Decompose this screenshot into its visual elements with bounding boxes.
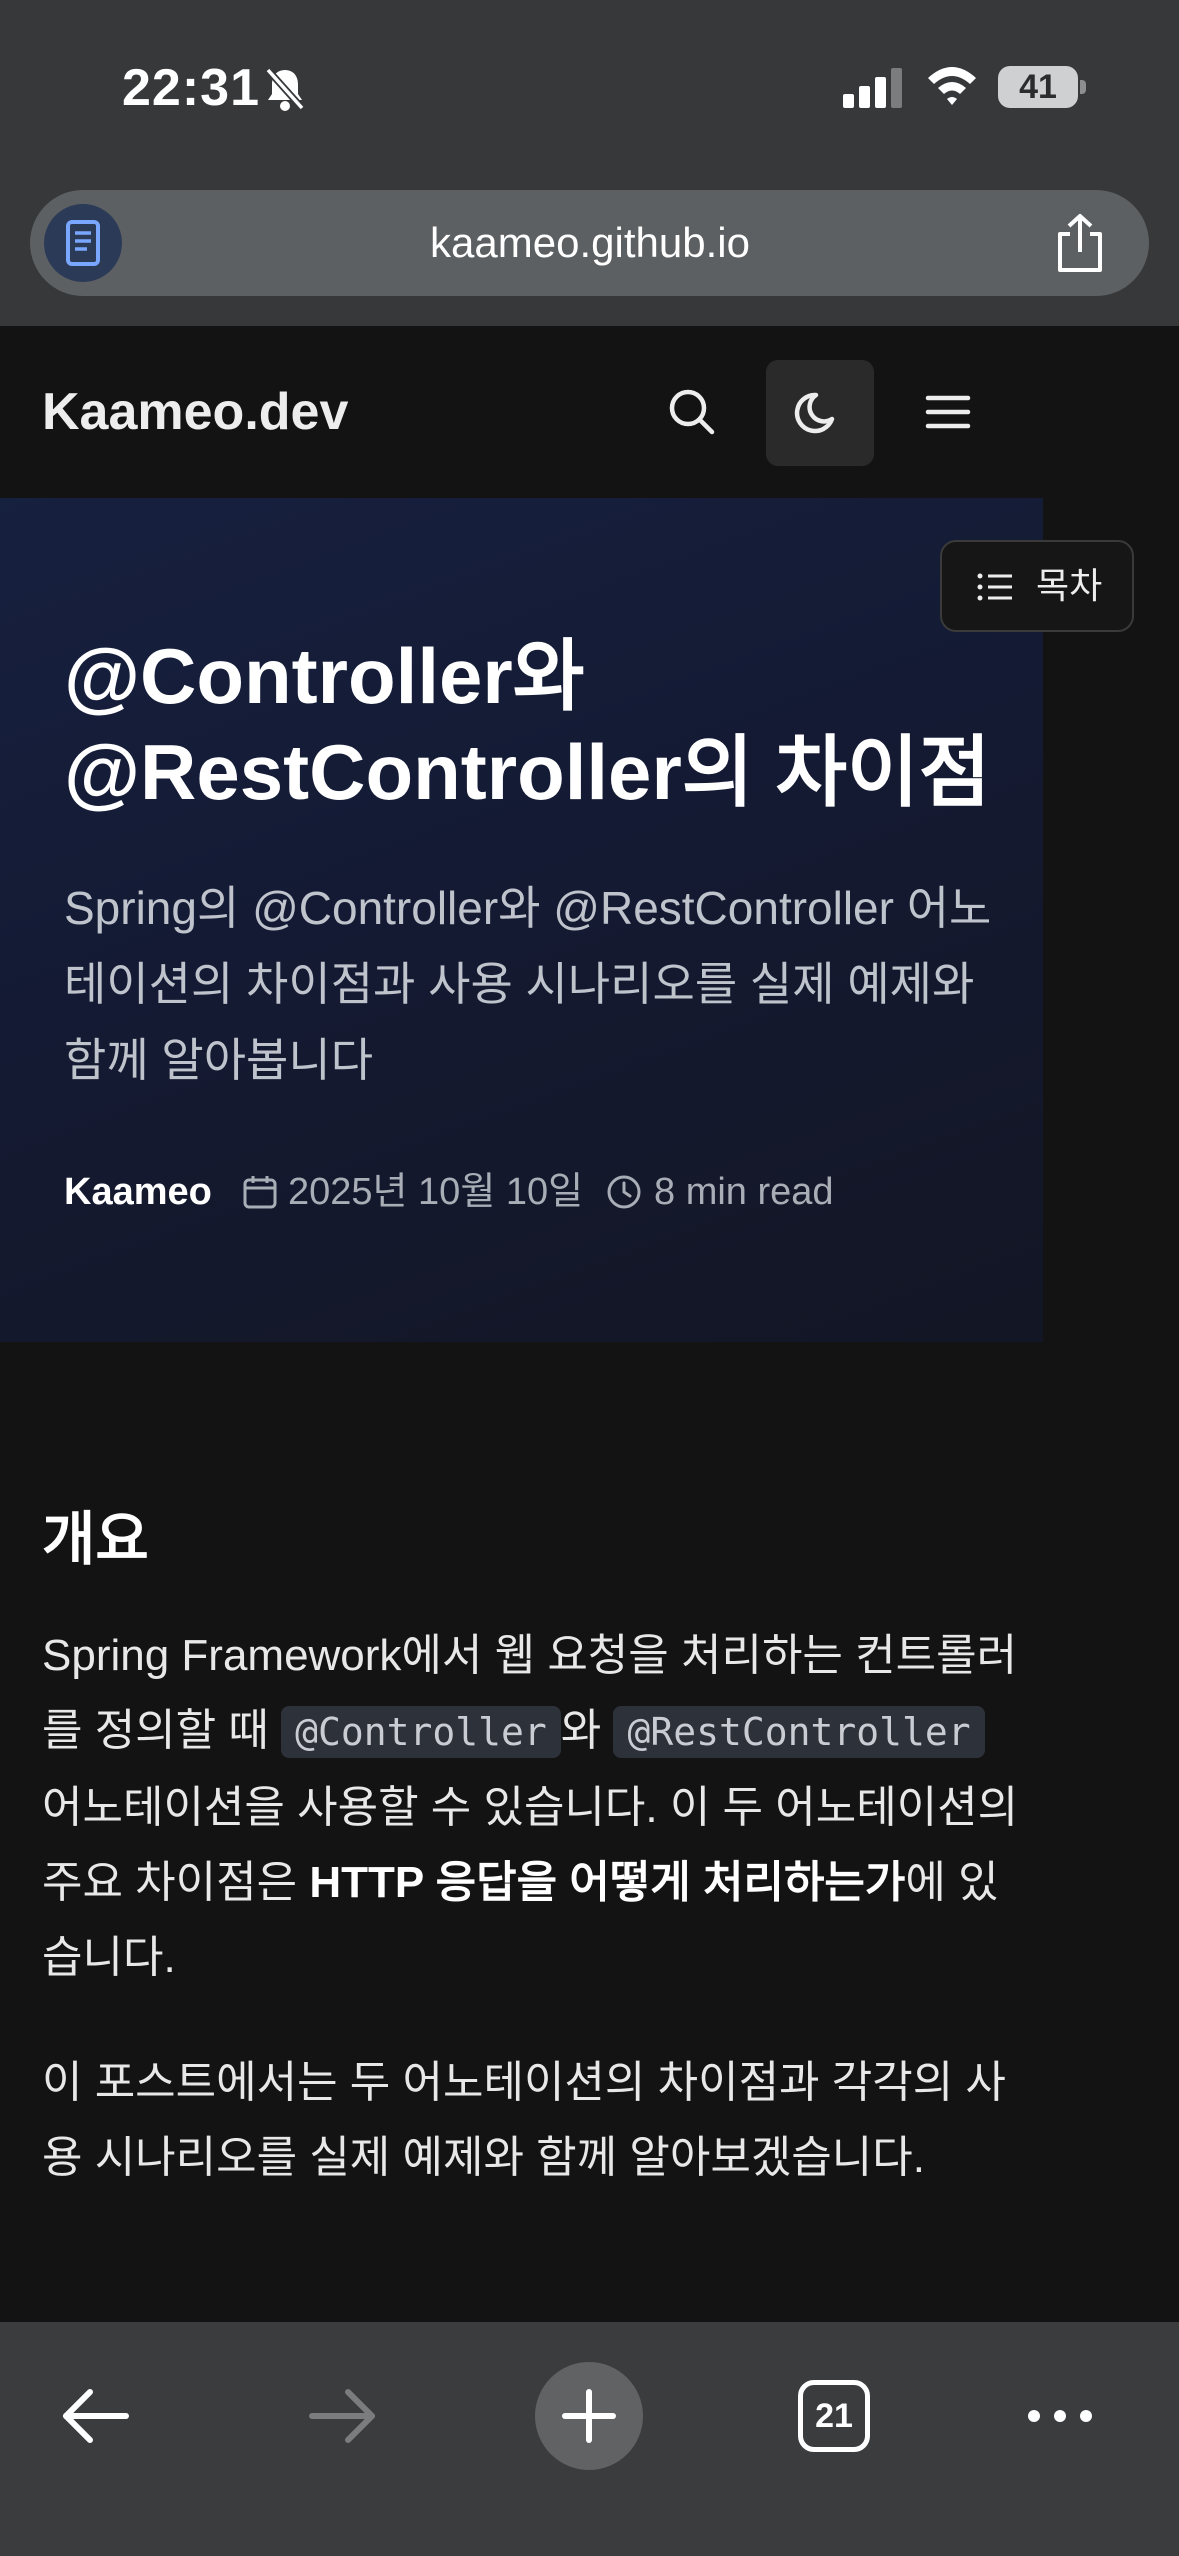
battery-icon: 41	[998, 66, 1078, 108]
paragraph-overview: Spring Framework에서 웹 요청을 처리하는 컨트롤러를 정의할 …	[42, 1618, 1022, 1995]
toc-label: 목차	[1036, 565, 1103, 606]
wifi-icon	[928, 67, 976, 105]
toc-button[interactable]: 목차	[940, 540, 1134, 632]
post-date: 2025년 10월 10일	[288, 1171, 584, 1213]
bold-text: HTTP 응답을 어떻게 처리하는가	[309, 1858, 906, 1907]
bell-off-icon	[265, 67, 305, 111]
plus-icon	[562, 2389, 616, 2443]
post-title-line1: @Controller와	[64, 632, 585, 720]
url-text[interactable]: kaameo.github.io	[230, 190, 950, 296]
tabs-icon[interactable]: 21	[798, 2380, 870, 2452]
tab-count: 21	[815, 2397, 853, 2435]
address-bar[interactable]: kaameo.github.io	[30, 190, 1149, 296]
site-header: Kaameo.dev	[0, 326, 1179, 498]
new-tab-button[interactable]	[535, 2362, 643, 2470]
post-hero: @Controller와 @RestController의 차이점 Spring…	[0, 498, 1043, 1342]
section-heading: 개요	[42, 1507, 149, 1572]
hamburger-menu-icon[interactable]	[918, 384, 978, 440]
search-icon[interactable]	[662, 382, 722, 442]
paragraph-intro: 이 포스트에서는 두 어노테이션의 차이점과 각각의 사용 시나리오를 실제 예…	[42, 2058, 1006, 2182]
clock-icon	[607, 1175, 641, 1209]
inline-code: @Controller	[281, 1706, 561, 1758]
reader-icon	[66, 220, 100, 266]
site-logo[interactable]: Kaameo.dev	[42, 382, 348, 442]
post-title: @Controller와 @RestController의 차이점	[64, 628, 1004, 820]
share-icon[interactable]	[1050, 212, 1110, 274]
browser-bottom-toolbar: 21	[0, 2322, 1179, 2556]
calendar-icon	[243, 1176, 277, 1209]
back-arrow-icon[interactable]	[58, 2384, 134, 2448]
status-time: 22:31	[122, 59, 260, 117]
battery-level: 41	[1019, 68, 1057, 106]
article-content: 개요 Spring Framework에서 웹 요청을 처리하는 컨트롤러를 정…	[42, 1500, 1022, 2195]
forward-arrow-icon[interactable]	[304, 2384, 380, 2448]
battery-cap	[1080, 80, 1086, 94]
post-meta: Kaameo 2025년 10월 10일 8 min read	[64, 1162, 1024, 1222]
inline-code: @RestController	[613, 1706, 985, 1758]
browser-top-chrome: 22:31 41 kaameo.github.io	[0, 0, 1179, 326]
post-author[interactable]: Kaameo	[64, 1162, 212, 1222]
more-icon[interactable]	[1024, 2402, 1096, 2430]
reader-button[interactable]	[44, 204, 122, 282]
post-title-line2: @RestController의 차이점	[64, 728, 991, 816]
post-read-time: 8 min read	[654, 1171, 834, 1213]
paragraph-text: 와	[560, 1706, 614, 1755]
list-icon	[977, 573, 1012, 601]
moon-icon	[794, 392, 835, 434]
post-description: Spring의 @Controller와 @RestController 어노테…	[64, 882, 992, 1086]
signal-icon	[843, 68, 902, 108]
theme-toggle-button[interactable]	[766, 360, 874, 466]
